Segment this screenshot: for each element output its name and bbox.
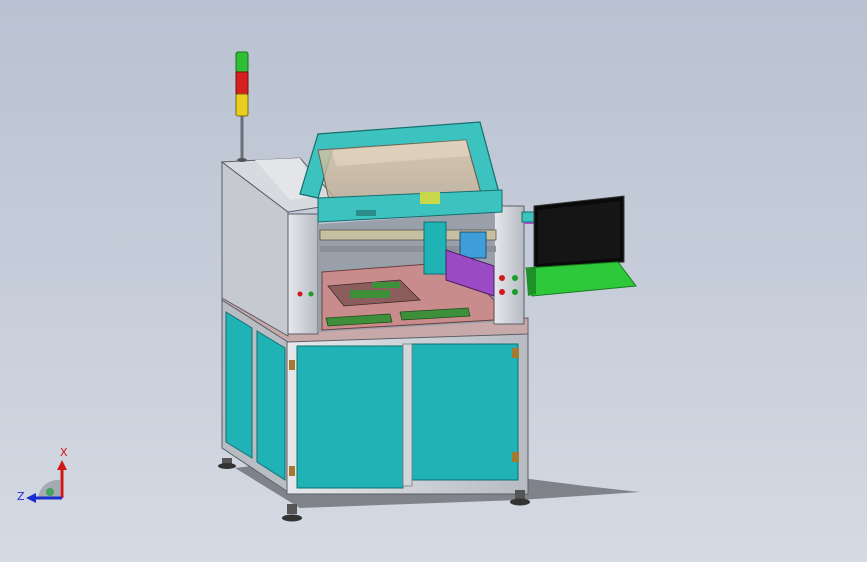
monitor [533,195,625,269]
keyboard-tray [525,261,637,297]
stack-light [235,51,249,162]
z-axis-arrow [26,493,36,503]
x-axis-label: X [60,446,68,459]
coordinate-triad: X Z [17,446,68,503]
x-axis-arrow [57,460,67,470]
machine-model[interactable] [218,51,637,522]
cad-viewport[interactable]: X Z [0,0,867,562]
z-axis-label: Z [17,490,25,503]
